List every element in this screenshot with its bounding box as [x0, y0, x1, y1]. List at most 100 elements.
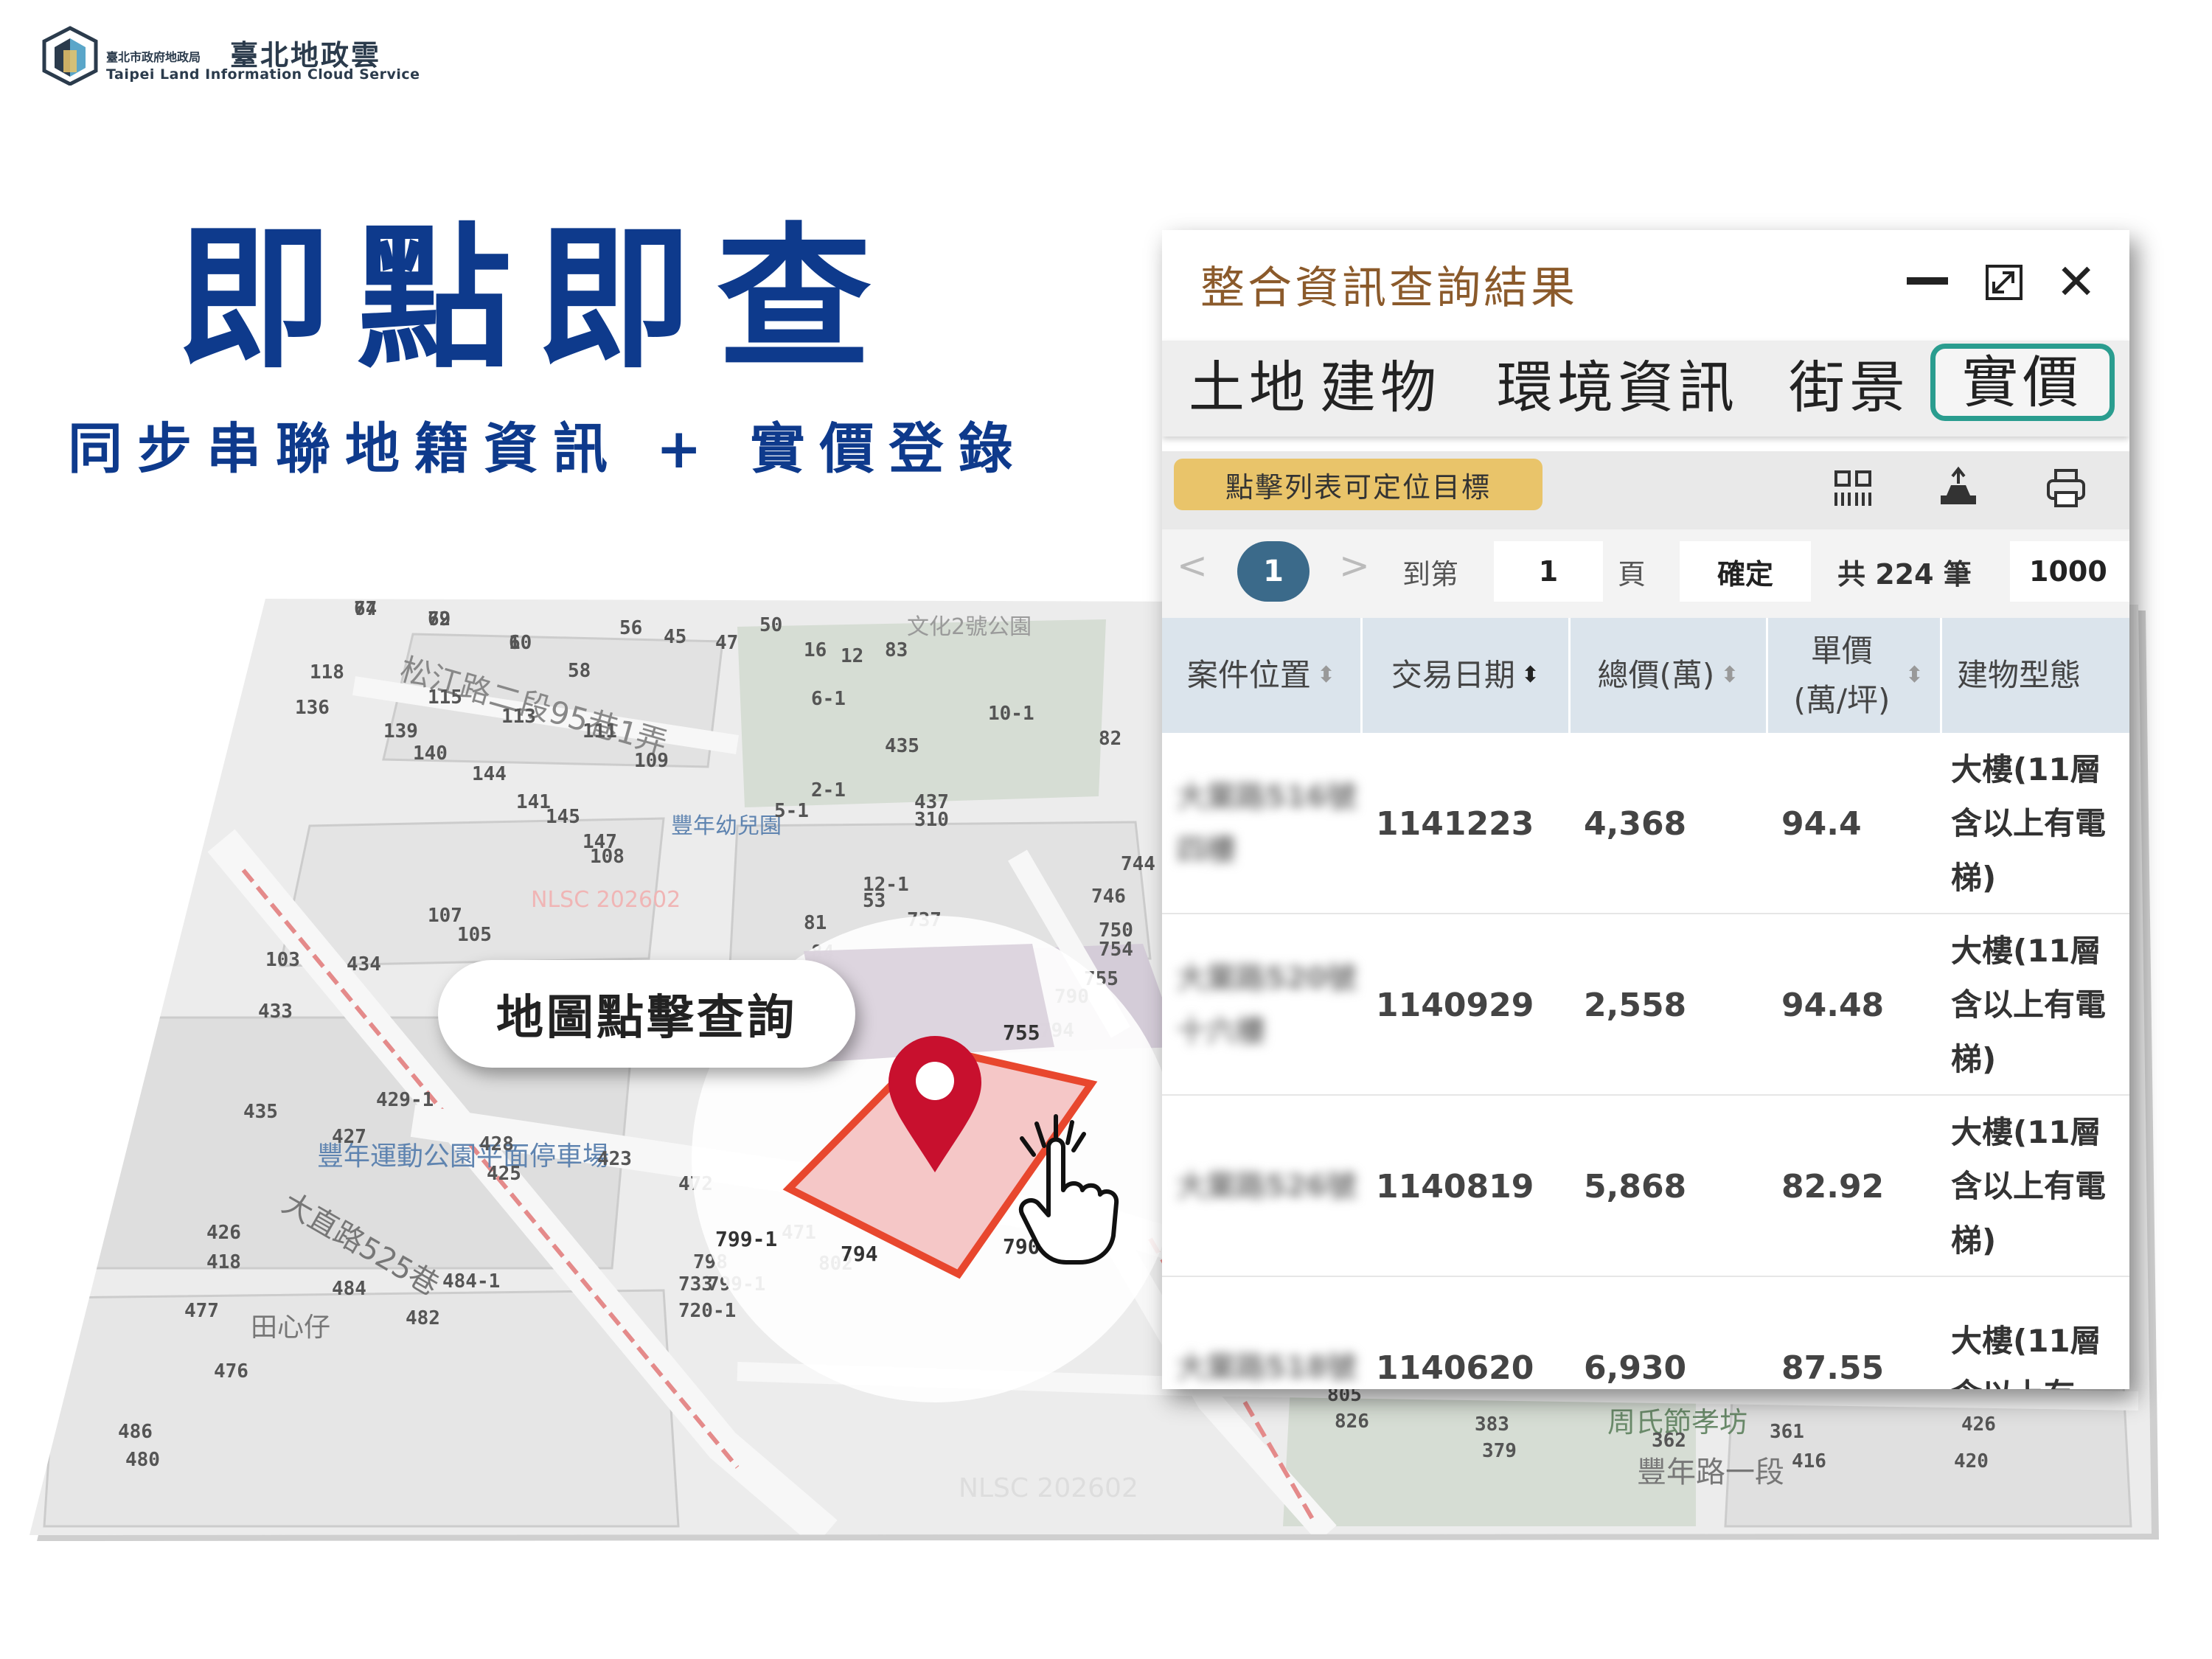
- sort-icon[interactable]: ⬍: [1720, 658, 1739, 693]
- cell-location: 大業路516號四樓: [1177, 780, 1357, 867]
- cell-location: 大業路526號: [1177, 1169, 1357, 1203]
- map-watermark: NLSC 202602: [531, 887, 681, 913]
- parcel-number: 486: [118, 1421, 153, 1443]
- parcel-number: 826: [1335, 1411, 1369, 1433]
- col-unit-price[interactable]: 單價(萬/坪) ⬍: [1768, 618, 1942, 733]
- parcel-number: 10-1: [988, 703, 1034, 725]
- table-row[interactable]: 大業路520號十六樓 1140929 2,558 94.48 大樓(11層含以上有電梯): [1162, 914, 2129, 1096]
- page-input[interactable]: 1: [1494, 541, 1603, 602]
- parcel-number: 754: [1099, 939, 1133, 961]
- map-street-label: 田心仔: [251, 1312, 330, 1343]
- cell-date: 1140819: [1376, 1167, 1534, 1206]
- table-cell: 大樓(11層含以上有電梯): [1951, 914, 2128, 1096]
- parcel-number: 53: [863, 890, 886, 912]
- parcel-number: 426: [206, 1222, 241, 1244]
- table-cell: 1140929: [1376, 914, 1568, 1096]
- current-page[interactable]: 1: [1237, 541, 1310, 602]
- cell-date: 1140620: [1376, 1349, 1534, 1387]
- per-page-select[interactable]: 1000: [2010, 541, 2129, 602]
- cell-type: 大樓(11層含以上有電梯): [1951, 932, 2107, 1077]
- parcel-number: 416: [1792, 1450, 1826, 1472]
- parcel-number: 383: [1475, 1413, 1509, 1436]
- sort-desc-icon[interactable]: ⬍: [1521, 658, 1540, 693]
- table-cell: 4,368: [1584, 733, 1761, 914]
- cell-location: 大業路520號十六樓: [1177, 961, 1357, 1048]
- parcel-number: 750: [1099, 919, 1133, 942]
- parcel-number: 379: [1482, 1440, 1517, 1462]
- cell-date: 1141223: [1376, 804, 1534, 843]
- map-block: [43, 1289, 680, 1528]
- table-cell: 大樓(11層含以上有電梯): [1951, 1096, 2128, 1277]
- table-cell: 94.4: [1781, 733, 1929, 914]
- cell-type: 大樓(11層含以上有電梯): [1951, 1113, 2107, 1259]
- page-unit: 頁: [1618, 558, 1646, 591]
- table-row[interactable]: 大業路518號 1140620 6,930 87.55 大樓(11層含以上有: [1162, 1277, 2129, 1389]
- parcel-number: 145: [546, 806, 580, 828]
- col-date[interactable]: 交易日期 ⬍: [1363, 618, 1571, 733]
- table-cell: 1141223: [1376, 733, 1568, 914]
- parcel-number: 435: [243, 1101, 278, 1123]
- print-icon[interactable]: [2044, 466, 2088, 510]
- parcel-number: 115: [428, 686, 462, 709]
- parcel-number: 480: [125, 1449, 160, 1471]
- parcel-number: 136: [295, 697, 330, 719]
- maximize-icon[interactable]: [1985, 264, 2023, 301]
- parcel-number: 111: [582, 720, 617, 742]
- col-building-type[interactable]: 建物型態: [1942, 618, 2129, 733]
- confirm-button[interactable]: 確定: [1680, 541, 1811, 602]
- map-watermark: NLSC 202602: [959, 1473, 1138, 1503]
- panel-toolbar: 點擊列表可定位目標: [1162, 451, 2129, 529]
- parcel-number: 428: [479, 1133, 514, 1155]
- parcel-number: 310: [914, 809, 949, 831]
- tab-building[interactable]: 建物: [1320, 354, 1441, 421]
- col-total-price[interactable]: 總價(萬) ⬍: [1571, 618, 1768, 733]
- table-row[interactable]: 大業路526號 1140819 5,868 82.92 大樓(11層含以上有電梯): [1162, 1096, 2129, 1277]
- close-icon[interactable]: ✕: [2056, 258, 2096, 307]
- tab-land[interactable]: 土地: [1189, 354, 1310, 421]
- table-cell: 大業路518號: [1177, 1277, 1361, 1389]
- table-cell: 1140819: [1376, 1096, 1568, 1277]
- parcel-number: 361: [1770, 1421, 1804, 1443]
- table-cell: 1140620: [1376, 1277, 1568, 1389]
- svg-text:794: 794: [841, 1242, 878, 1266]
- cell-total: 5,868: [1584, 1167, 1687, 1206]
- parcel-number: 139: [383, 720, 418, 742]
- cell-total: 6,930: [1584, 1349, 1687, 1387]
- parcel-number: 482: [406, 1307, 440, 1329]
- locate-target-button[interactable]: 點擊列表可定位目標: [1174, 459, 1543, 510]
- parcel-number: 476: [214, 1360, 248, 1382]
- parcel-number: 16: [804, 639, 827, 661]
- prev-page-button[interactable]: <: [1177, 544, 1208, 587]
- parcel-number: 82: [1099, 728, 1121, 750]
- table-cell: 大樓(11層含以上有: [1951, 1277, 2128, 1390]
- parcel-number: 103: [265, 949, 300, 971]
- parcel-number: 733: [678, 1273, 713, 1295]
- export-icon[interactable]: [1936, 466, 1980, 510]
- goto-label: 到第: [1402, 558, 1459, 591]
- sort-icon[interactable]: ⬍: [1905, 658, 1924, 693]
- qr-icon[interactable]: [1832, 466, 1876, 510]
- tab-actual-price[interactable]: 實價: [1930, 344, 2115, 422]
- table-cell: 82.92: [1781, 1096, 1929, 1277]
- table-row[interactable]: 大業路516號四樓 1141223 4,368 94.4 大樓(11層含以上有電梯): [1162, 733, 2129, 914]
- sort-icon[interactable]: ⬍: [1317, 658, 1335, 693]
- tab-streetview[interactable]: 街景: [1789, 354, 1910, 421]
- parcel-number: 12: [841, 645, 863, 667]
- table-cell: 大業路526號: [1177, 1096, 1361, 1277]
- next-page-button[interactable]: >: [1339, 544, 1370, 587]
- parcel-number: 118: [310, 661, 344, 684]
- parcel-number: 418: [206, 1251, 241, 1273]
- parcel-number: 140: [413, 742, 448, 765]
- tab-environment[interactable]: 環境資訊: [1497, 354, 1739, 421]
- col-location[interactable]: 案件位置 ⬍: [1162, 618, 1363, 733]
- parcel-number: 484: [332, 1278, 366, 1300]
- map-street-label: 文化2號公園: [907, 614, 1032, 640]
- table-cell: 94.48: [1781, 914, 1929, 1096]
- table-cell: 87.55: [1781, 1277, 1929, 1389]
- minimize-icon[interactable]: [1907, 277, 1948, 285]
- svg-text:799-1: 799-1: [715, 1227, 777, 1251]
- parcel-number: 477: [184, 1300, 219, 1322]
- parcel-number: 426: [1961, 1413, 1996, 1436]
- parcel-number: 427: [332, 1126, 366, 1148]
- parcel-number: 435: [885, 735, 919, 757]
